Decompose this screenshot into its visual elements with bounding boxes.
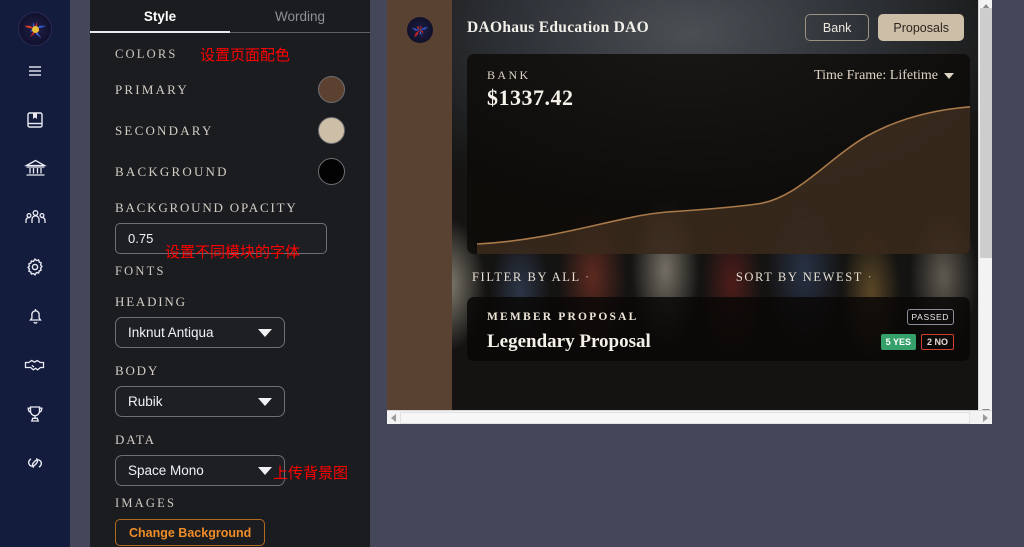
color-swatch-primary[interactable] [318,76,345,103]
panel-tabs: Style Wording [90,0,370,33]
preview-horizontal-scrollbar[interactable] [387,410,992,424]
app-root: Style Wording COLORS PRIMARY SECONDARY B… [0,0,1024,547]
horizontal-scroll-thumb[interactable] [400,412,970,424]
color-swatch-background[interactable] [318,158,345,185]
bell-icon[interactable] [0,291,70,340]
annotation-fonts: 设置不同模块的字体 [165,243,301,261]
bank-card-top: BANK $1337.42 Time Frame: Lifetime [467,54,970,111]
vote-tally: 5 YES 2 NO [880,334,954,350]
background-opacity-label: BACKGROUND OPACITY [115,200,298,215]
time-frame-dropdown[interactable]: Time Frame: Lifetime [814,68,954,84]
body-font-value: Rubik [128,394,163,409]
bank-label: BANK [487,68,531,82]
status-badge: PASSED [906,309,954,325]
annotation-images: 上传背景图 [273,464,349,482]
tab-style[interactable]: Style [90,0,230,33]
dao-title: DAOhaus Education DAO [467,18,650,36]
data-font-select[interactable]: Space Mono [115,455,285,486]
heading-font-select[interactable]: Inknut Antiqua [115,317,285,348]
vertical-scroll-thumb[interactable] [980,8,992,258]
chevron-down-icon [258,466,272,475]
chevron-down-icon [258,397,272,406]
vote-yes-badge: 5 YES [880,334,916,350]
heading-font-value: Inknut Antiqua [128,325,214,340]
data-font-label: DATA [115,432,156,447]
chevron-down-icon [944,73,954,79]
proposals-tab-button[interactable]: Proposals [878,14,964,41]
bank-summary-card: BANK $1337.42 Time Frame: Lifetime [467,54,970,254]
bank-tab-button[interactable]: Bank [804,14,870,41]
handshake-icon[interactable] [0,340,70,389]
color-label-background: BACKGROUND [115,163,229,179]
filter-by-caret: · [585,270,591,284]
chevron-down-icon [258,328,272,337]
people-group-icon[interactable] [0,193,70,242]
sort-by-label: SORT BY NEWEST [735,270,863,284]
color-label-secondary: SECONDARY [115,122,214,138]
trophy-icon[interactable] [0,389,70,438]
color-row-primary[interactable]: PRIMARY [115,76,345,103]
proposal-kind: MEMBER PROPOSAL [487,311,639,323]
preview-header-buttons: Bank Proposals [804,14,964,41]
bank-amount: $1337.42 [487,85,574,110]
filter-by-label: FILTER BY ALL [472,270,581,284]
bank-building-icon[interactable] [0,144,70,193]
proposal-card[interactable]: MEMBER PROPOSAL Legendary Proposal PASSE… [467,297,970,361]
proposal-filters: FILTER BY ALL · SORT BY NEWEST · [452,254,992,285]
time-frame-label: Time Frame: Lifetime [814,68,938,83]
scroll-left-arrow-icon[interactable] [391,414,396,422]
left-nav-rail [0,0,70,547]
data-font-value: Space Mono [128,463,204,478]
scroll-right-arrow-icon[interactable] [983,414,988,422]
gear-icon[interactable] [0,242,70,291]
body-font-select[interactable]: Rubik [115,386,285,417]
hamburger-menu-icon[interactable] [0,46,70,95]
heading-font-label: HEADING [115,294,187,309]
color-row-secondary[interactable]: SECONDARY [115,117,345,144]
preview-dao-logo-icon[interactable] [406,17,433,43]
preview-vertical-scrollbar[interactable] [978,0,992,418]
filter-by-dropdown[interactable]: FILTER BY ALL · [472,270,591,285]
preview-left-rail [387,0,452,423]
change-background-button[interactable]: Change Background [115,519,266,546]
preview-content: DAOhaus Education DAO Bank Proposals BAN… [452,0,992,423]
vote-no-badge: 2 NO [920,334,954,350]
fonts-section-label: FONTS [115,264,166,278]
bank-amount-block: BANK $1337.42 [487,68,574,111]
body-font-label: BODY [115,363,160,378]
book-bookmark-icon[interactable] [0,95,70,144]
tab-wording[interactable]: Wording [230,0,370,33]
annotation-colors: 设置页面配色 [200,46,291,64]
color-row-background[interactable]: BACKGROUND [115,158,345,185]
sort-by-caret: · [867,270,874,284]
color-swatch-secondary[interactable] [318,117,345,144]
images-section-label: IMAGES [115,496,177,510]
dao-logo-icon[interactable] [18,12,52,46]
sort-by-dropdown[interactable]: SORT BY NEWEST · [736,270,873,285]
chain-link-icon[interactable] [0,438,70,487]
dao-preview-window: DAOhaus Education DAO Bank Proposals BAN… [387,0,992,424]
color-label-primary: PRIMARY [115,81,189,97]
preview-header: DAOhaus Education DAO Bank Proposals [452,0,992,41]
bank-balance-area-chart [476,106,970,254]
